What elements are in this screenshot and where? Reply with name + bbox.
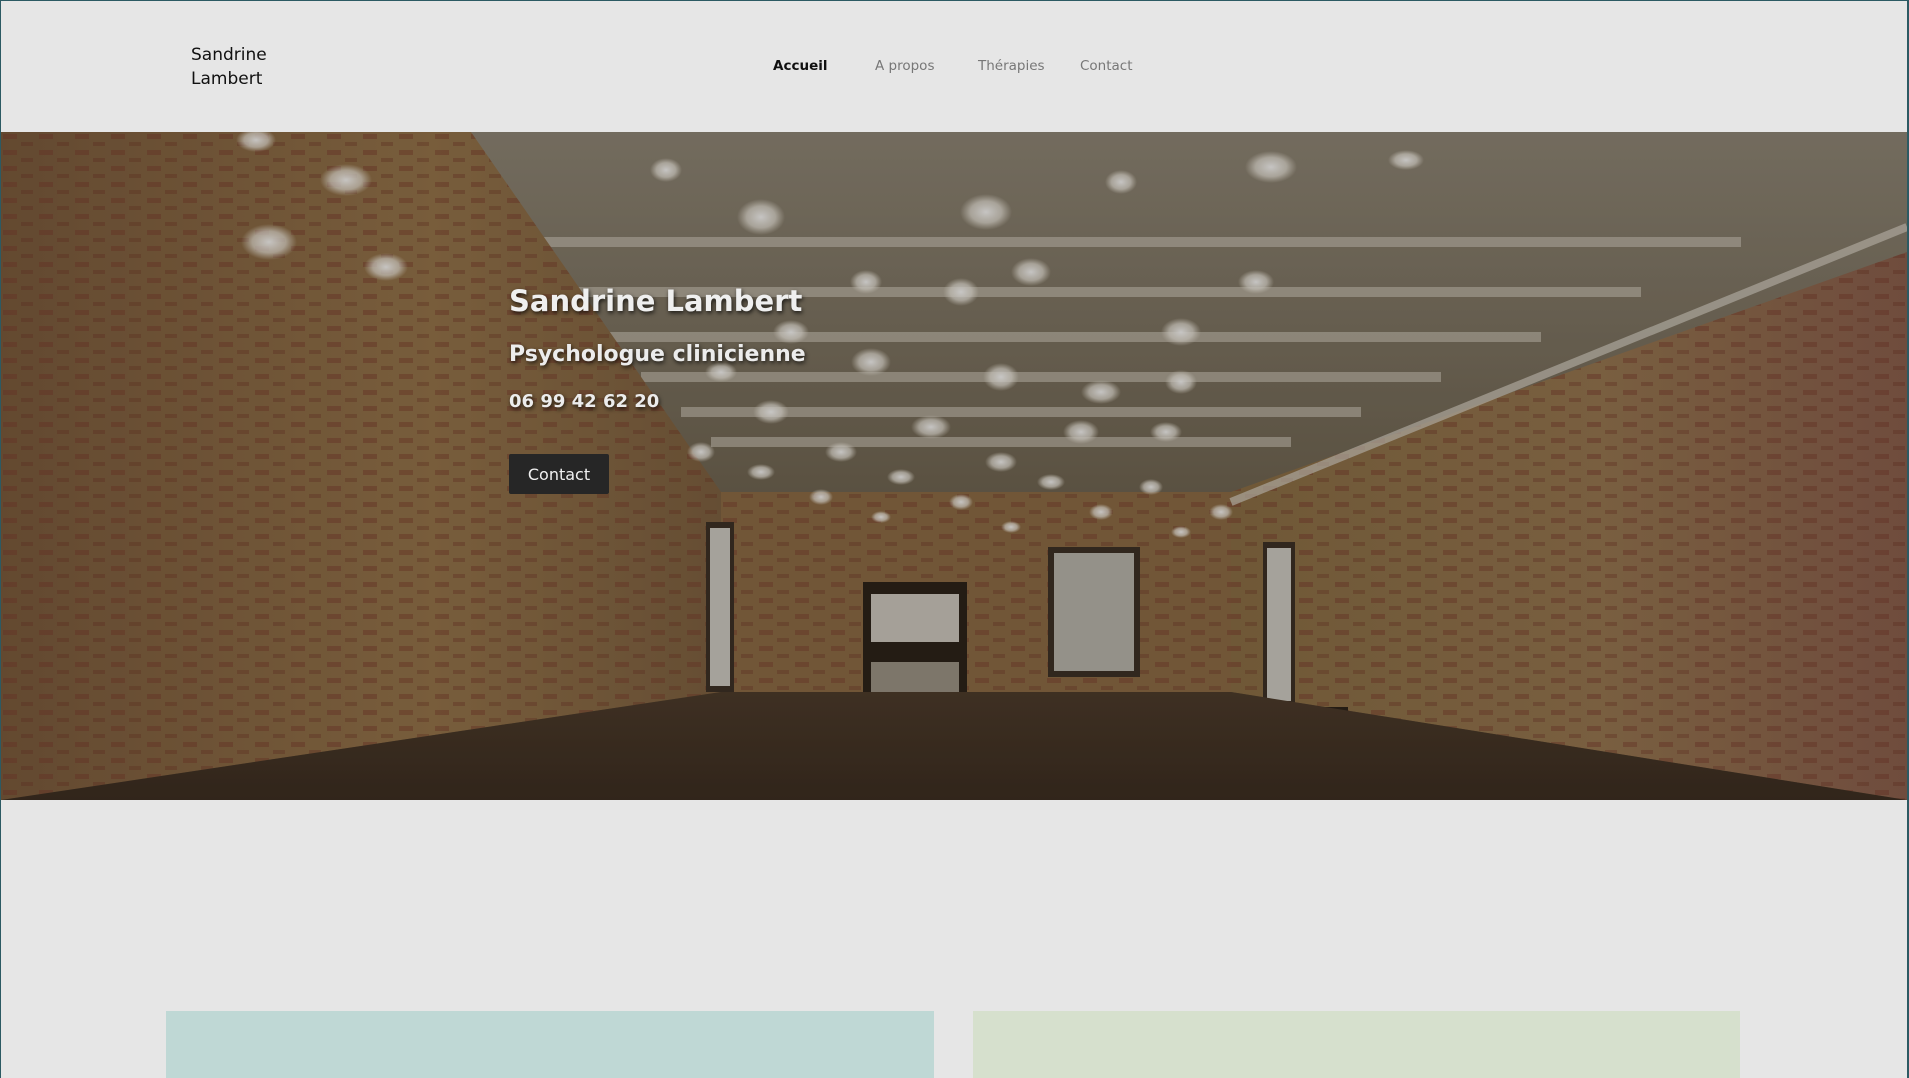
nav-accueil[interactable]: Accueil <box>773 58 827 74</box>
hero-subtitle: Psychologue clinicienne <box>509 342 806 367</box>
hero-phone: 06 99 42 62 20 <box>509 391 660 412</box>
hero-section: Sandrine Lambert Psychologue clinicienne… <box>1 132 1907 800</box>
nav-therapies[interactable]: Thérapies <box>978 58 1045 74</box>
contact-button[interactable]: Contact <box>509 454 609 494</box>
site-header: Sandrine Lambert Accueil A propos Thérap… <box>1 1 1907 132</box>
main-nav: Accueil A propos Thérapies Contact <box>1 1 1907 132</box>
page: Sandrine Lambert Accueil A propos Thérap… <box>1 1 1907 1078</box>
feature-card-2 <box>973 1011 1740 1078</box>
nav-a-propos[interactable]: A propos <box>875 58 934 74</box>
nav-contact[interactable]: Contact <box>1080 58 1133 74</box>
hero-overlay <box>1 132 1907 800</box>
hero-title: Sandrine Lambert <box>509 284 803 318</box>
feature-card-1 <box>166 1011 934 1078</box>
